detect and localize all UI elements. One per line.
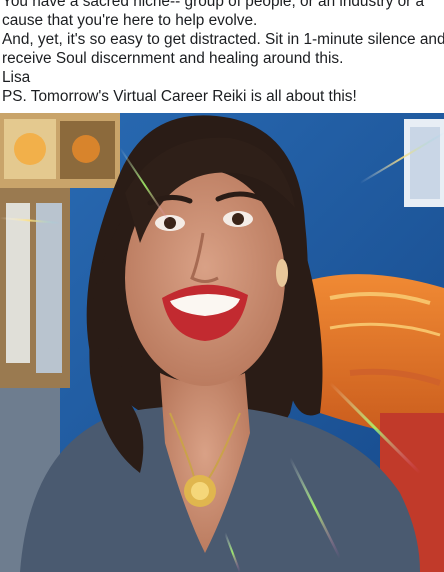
- video-still: [0, 113, 444, 572]
- caption-line: Lisa: [2, 69, 31, 86]
- video-frame[interactable]: [0, 113, 444, 572]
- caption-line: You have a sacred niche-- group of peopl…: [2, 0, 425, 10]
- caption-line: PS. Tomorrow's Virtual Career Reiki is a…: [2, 88, 357, 105]
- caption-line: And, yet, it's so easy to get distracted…: [2, 31, 444, 48]
- earring: [276, 259, 288, 287]
- caption-line: receive Soul discernment and healing aro…: [2, 50, 344, 67]
- wall-poster: [404, 119, 444, 207]
- social-post: You have a sacred niche-- group of peopl…: [0, 0, 444, 572]
- caption-line: cause that you're here to help evolve.: [2, 12, 258, 29]
- post-caption: You have a sacred niche-- group of peopl…: [0, 0, 444, 108]
